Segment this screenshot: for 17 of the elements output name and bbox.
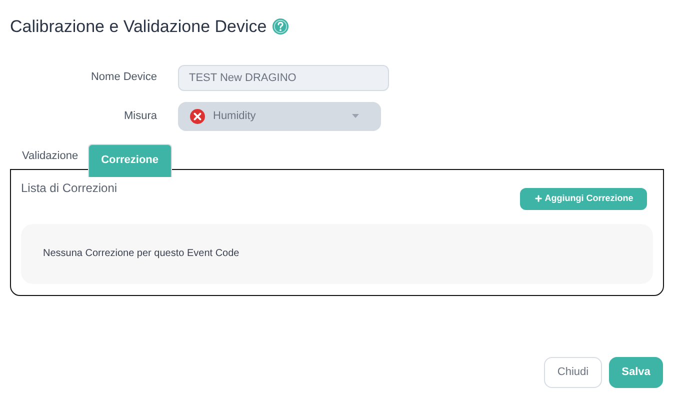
dialog-title: Calibrazione e Validazione Device [10,16,267,38]
empty-message: Nessuna Correzione per questo Event Code [43,247,240,261]
caret-icon [352,114,359,118]
tab[interactable]: Validazione [12,144,88,168]
tab[interactable]: Correzione [88,144,172,176]
device-name-field[interactable]: TEST New DRAGINO [178,64,389,90]
field-label: Nome Device [90,70,157,86]
plus-icon [534,194,543,203]
select-value: Humidity [213,108,257,124]
close-button[interactable]: Chiudi [544,357,602,388]
error-icon [190,108,205,124]
measure-select[interactable]: Humidity [178,102,381,130]
panel-heading: Lista di Correzioni [21,180,118,196]
help-icon[interactable] [272,18,289,36]
field-label: Misura [122,108,157,124]
add-correction-button[interactable]: Aggiungi Correzione [520,188,647,210]
save-button[interactable]: Salva [609,357,663,388]
